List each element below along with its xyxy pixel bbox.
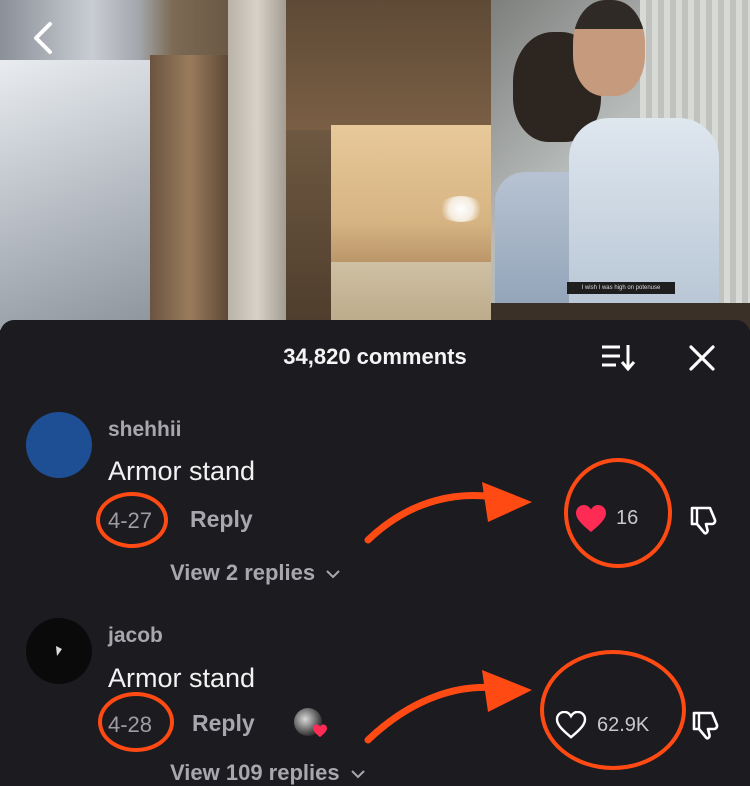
video-scene-wood-side	[286, 130, 331, 330]
video-scene-pillar	[228, 0, 286, 330]
heart-badge-icon	[312, 724, 328, 738]
annotation-arrow	[364, 482, 532, 544]
video-scene-door	[150, 55, 230, 330]
pip-person-right	[569, 0, 719, 303]
view-replies-button[interactable]: View 2 replies	[170, 560, 341, 586]
dislike-icon[interactable]	[688, 504, 720, 536]
reply-button[interactable]: Reply	[192, 710, 255, 737]
comment-text: Armor stand	[108, 663, 256, 693]
creator-liked-badge	[294, 708, 330, 744]
sort-icon[interactable]	[600, 342, 636, 372]
view-replies-label: View 109 replies	[170, 760, 340, 785]
comments-count-title: 34,820 comments	[283, 344, 467, 369]
video-scene-wood	[286, 0, 491, 130]
avatar[interactable]	[26, 618, 92, 684]
close-icon[interactable]	[686, 342, 718, 374]
comment-username[interactable]: shehhii	[108, 418, 182, 442]
annotation-circle-date	[98, 692, 174, 752]
video-scene-lamp	[438, 196, 484, 222]
chevron-left-icon[interactable]	[26, 18, 66, 58]
video-scene-panel	[0, 60, 150, 330]
annotation-arrow	[364, 670, 532, 744]
pip-video-overlay: I wish I was high on potenuse	[491, 0, 750, 303]
video-scene-ceiling	[331, 125, 491, 265]
annotation-circle-date	[96, 492, 168, 548]
dislike-icon[interactable]	[690, 709, 722, 741]
avatar[interactable]	[26, 412, 92, 478]
chevron-down-icon	[350, 768, 366, 780]
comment-text: Armor stand	[108, 456, 256, 486]
pip-caption: I wish I was high on potenuse	[567, 282, 675, 294]
reply-button[interactable]: Reply	[190, 506, 253, 533]
annotation-circle-likes	[540, 650, 686, 770]
view-replies-label: View 2 replies	[170, 560, 316, 585]
chevron-down-icon	[325, 568, 341, 580]
annotation-circle-likes	[564, 458, 672, 568]
view-replies-button[interactable]: View 109 replies	[170, 760, 366, 786]
comments-sheet: 34,820 comments shehhii Armor stand 4-27…	[0, 320, 750, 785]
video-player[interactable]: I wish I was high on potenuse	[0, 0, 750, 330]
comment-username[interactable]: jacob	[108, 624, 163, 648]
